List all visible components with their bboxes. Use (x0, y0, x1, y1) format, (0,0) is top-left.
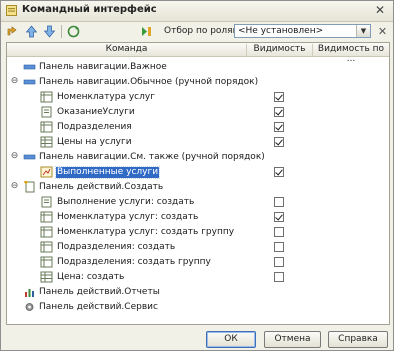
close-icon[interactable]: ✕ (373, 3, 387, 17)
visibility-checkbox[interactable] (274, 122, 284, 132)
visibility-checkbox[interactable] (274, 212, 284, 222)
tree-row-label: Номенклатура услуг: создать группу (57, 227, 235, 237)
tree-row[interactable]: Подразделения: создать группу (7, 255, 389, 270)
tree-row[interactable]: Номенклатура услуг (7, 90, 389, 105)
create-action-icon (24, 181, 35, 193)
tree-row[interactable]: Подразделения: создать (7, 240, 389, 255)
panel-icon (23, 79, 36, 85)
visibility-checkbox[interactable] (274, 272, 284, 282)
tree-row[interactable]: Номенклатура услуг: создать (7, 210, 389, 225)
catalog-icon (40, 211, 53, 223)
column-header-command[interactable]: Команда (7, 44, 247, 56)
role-filter-value: <Не установлен> (238, 26, 324, 36)
chevron-down-icon[interactable]: ▼ (356, 25, 370, 37)
collapse-icon[interactable]: ⊖ (10, 152, 19, 161)
panel-icon (23, 64, 36, 70)
tree-row-label: Выполненные услуги (54, 166, 161, 179)
filter-run-icon[interactable] (139, 24, 154, 39)
visibility-checkbox[interactable] (274, 257, 284, 267)
tree-row-label: Панель навигации.Обычное (ручной порядок… (39, 77, 259, 87)
filter-label: Отбор по ролям: (164, 26, 243, 36)
tree-row-label: Панель навигации.Важное (39, 62, 167, 72)
help-button[interactable]: Справка (328, 331, 388, 348)
window-title: Командный интерфейс (22, 4, 157, 15)
tree-row-label: Подразделения: создать группу (57, 257, 211, 267)
role-filter-select[interactable]: <Не установлен> ▼ (234, 24, 371, 38)
tree-row-label: Панель действий.Создать (39, 182, 164, 192)
visibility-checkbox[interactable] (274, 242, 284, 252)
visibility-checkbox[interactable] (274, 227, 284, 237)
register-icon (40, 271, 53, 283)
document-icon (41, 196, 52, 208)
move-up-icon[interactable] (24, 24, 39, 39)
tree-row[interactable]: ⊖ Панель навигации.Обычное (ручной поряд… (7, 75, 389, 90)
catalog-icon (40, 256, 53, 268)
tree-row-label: Подразделения (57, 122, 132, 132)
toolbar-separator (61, 25, 62, 38)
tree-row[interactable]: Панель действий.Отчеты (7, 285, 389, 300)
cancel-button[interactable]: Отмена (264, 331, 321, 348)
tree-row-label: Панель навигации.См. также (ручной поряд… (39, 152, 265, 162)
column-header-visibility[interactable]: Видимость (247, 44, 313, 56)
tree-row[interactable]: Цены на услуги (7, 135, 389, 150)
tree-row-label: Панель действий.Сервис (39, 302, 158, 312)
tree-row[interactable]: Выполнение услуги: создать (7, 195, 389, 210)
refresh-icon[interactable] (66, 24, 81, 39)
panel-icon (23, 154, 36, 160)
tree-header: Команда Видимость Видимость по ... (7, 43, 389, 64)
tree-row-label: Панель действий.Отчеты (39, 287, 160, 297)
tree-row[interactable]: Подразделения (7, 120, 389, 135)
visibility-checkbox[interactable] (274, 197, 284, 207)
reports-icon (25, 289, 34, 297)
tree-row[interactable]: Панель действий.Сервис (7, 300, 389, 315)
move-down-icon[interactable] (42, 24, 57, 39)
register-icon (40, 136, 53, 148)
tree-row-label: Цена: создать (57, 272, 125, 282)
column-header-visibility-by[interactable]: Видимость по ... (313, 44, 389, 64)
title-bar: Командный интерфейс ✕ (1, 1, 393, 22)
catalog-icon (40, 241, 53, 253)
tree-row[interactable]: Номенклатура услуг: создать группу (7, 225, 389, 240)
command-interface-window: Командный интерфейс ✕ Отбор по ролям: <Н… (0, 0, 394, 351)
command-tree[interactable]: Команда Видимость Видимость по ... Панел… (6, 42, 390, 325)
tree-row[interactable]: Панель навигации.Важное (7, 60, 389, 75)
tree-row[interactable]: ⊖ Панель навигации.См. также (ручной пор… (7, 150, 389, 165)
move-icon[interactable] (5, 24, 20, 39)
visibility-checkbox[interactable] (274, 107, 284, 117)
catalog-icon (40, 226, 53, 238)
gear-icon (25, 303, 34, 311)
tree-row-label: Номенклатура услуг (57, 92, 155, 102)
catalog-icon (40, 121, 53, 133)
catalog-icon (40, 91, 53, 103)
tree-row-selected[interactable]: Выполненные услуги (7, 165, 389, 180)
visibility-checkbox[interactable] (274, 137, 284, 147)
tree-row-label: ОказаниеУслуги (57, 107, 135, 117)
report-icon (40, 166, 53, 178)
tree-row[interactable]: ОказаниеУслуги (7, 105, 389, 120)
visibility-checkbox[interactable] (274, 92, 284, 102)
tree-row-label: Выполнение услуги: создать (57, 197, 195, 207)
document-icon (41, 106, 52, 118)
toolbar: Отбор по ролям: <Не установлен> ▼ ✕ (1, 21, 393, 42)
tree-row-label: Цены на услуги (57, 137, 132, 147)
tree-row-label: Номенклатура услуг: создать (57, 212, 199, 222)
tree-row-label: Подразделения: создать (57, 242, 176, 252)
clear-filter-icon[interactable]: ✕ (375, 24, 390, 39)
tree-row[interactable]: Цена: создать (7, 270, 389, 285)
tree-row[interactable]: ⊖ Панель действий.Создать (7, 180, 389, 195)
ok-button[interactable]: ОК (206, 331, 256, 348)
collapse-icon[interactable]: ⊖ (10, 182, 19, 191)
app-icon (6, 5, 17, 16)
collapse-icon[interactable]: ⊖ (10, 77, 19, 86)
visibility-checkbox[interactable] (274, 167, 284, 177)
